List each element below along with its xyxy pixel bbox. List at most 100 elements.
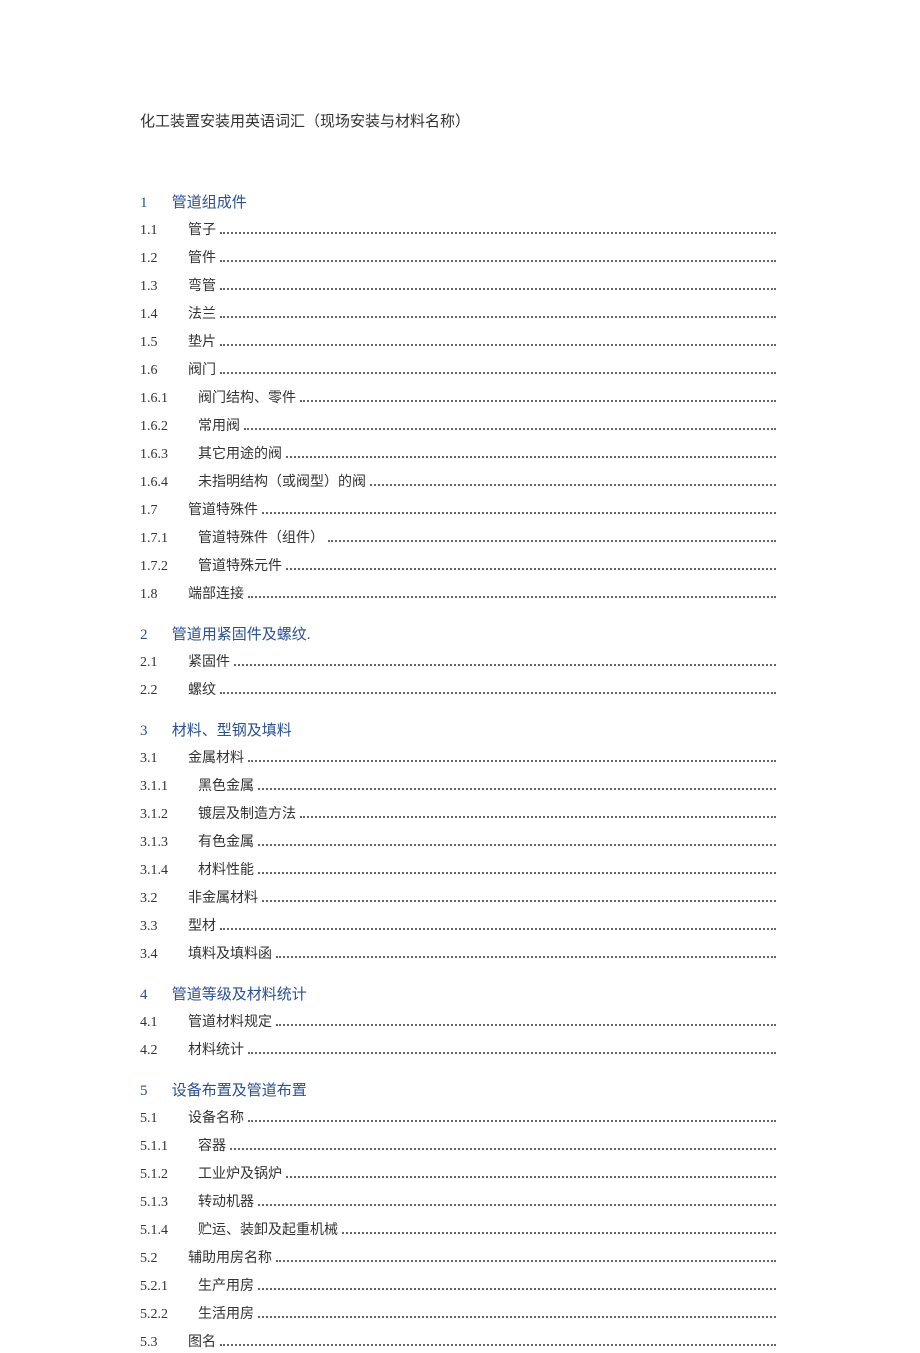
toc-entry-label: 管道特殊元件 [198, 556, 282, 577]
toc-leader-dots [276, 1260, 776, 1262]
toc-leader-dots [300, 400, 776, 402]
toc-entry-number: 3.2 [140, 888, 188, 909]
toc-entry: 3.3型材 [140, 916, 780, 937]
toc-entry-number: 5.1.2 [140, 1164, 198, 1185]
toc-entry-number: 3.1 [140, 748, 188, 769]
toc-entry-label: 阀门 [188, 360, 216, 381]
toc-entry-label: 管道材料规定 [188, 1012, 272, 1033]
section-number: 4 [140, 987, 168, 1004]
toc-entry: 5.1.1容器 [140, 1136, 780, 1157]
section-heading: 2 管道用紧固件及螺纹. [140, 623, 780, 644]
toc-entry: 1.7.2管道特殊元件 [140, 556, 780, 577]
toc-entry-label: 工业炉及锅炉 [198, 1164, 282, 1185]
toc-entry-number: 1.3 [140, 276, 188, 297]
toc-entry: 1.6.4未指明结构（或阀型）的阀 [140, 472, 780, 493]
toc-entry-label: 型材 [188, 916, 216, 937]
toc-leader-dots [230, 1148, 776, 1150]
toc-leader-dots [244, 428, 776, 430]
toc-entry: 5.1.4贮运、装卸及起重机械 [140, 1220, 780, 1241]
toc-entry-label: 弯管 [188, 276, 216, 297]
toc-entry: 5.2.2生活用房 [140, 1304, 780, 1325]
toc-entry: 3.2非金属材料 [140, 888, 780, 909]
toc-entry-label: 转动机器 [198, 1192, 254, 1213]
toc-entry-label: 材料统计 [188, 1040, 244, 1061]
toc-entry-number: 1.6.3 [140, 444, 198, 465]
toc-entry-number: 1.2 [140, 248, 188, 269]
section-heading: 1 管道组成件 [140, 191, 780, 212]
toc-entry-label: 阀门结构、零件 [198, 388, 296, 409]
section-heading: 4 管道等级及材料统计 [140, 983, 780, 1004]
toc-entry: 2.2螺纹 [140, 680, 780, 701]
toc-entry-number: 5.2.1 [140, 1276, 198, 1297]
section-heading: 3 材料、型钢及填料 [140, 719, 780, 740]
toc-entry: 3.4填料及填料函 [140, 944, 780, 965]
toc-entry: 1.6.1阀门结构、零件 [140, 388, 780, 409]
toc-leader-dots [328, 540, 776, 542]
toc-entry: 1.6.2常用阀 [140, 416, 780, 437]
toc-leader-dots [286, 568, 776, 570]
toc-leader-dots [248, 596, 776, 598]
toc-entry-label: 材料性能 [198, 860, 254, 881]
toc-leader-dots [220, 372, 776, 374]
section-heading: 5 设备布置及管道布置 [140, 1079, 780, 1100]
toc-entry-number: 1.6 [140, 360, 188, 381]
toc-entry: 4.2材料统计 [140, 1040, 780, 1061]
toc-entry-label: 生产用房 [198, 1276, 254, 1297]
toc-entry-label: 管道特殊件（组件） [198, 528, 324, 549]
toc-entry-label: 常用阀 [198, 416, 240, 437]
toc-leader-dots [342, 1232, 776, 1234]
toc-entry-number: 4.2 [140, 1040, 188, 1061]
toc-entry: 1.6.3其它用途的阀 [140, 444, 780, 465]
toc-leader-dots [220, 288, 776, 290]
section-title: 管道等级及材料统计 [168, 987, 307, 1003]
toc-entry: 1.5垫片 [140, 332, 780, 353]
toc-entry-number: 1.8 [140, 584, 188, 605]
toc-entry: 1.2管件 [140, 248, 780, 269]
toc-entry: 1.6阀门 [140, 360, 780, 381]
toc-entry-number: 5.1.1 [140, 1136, 198, 1157]
toc-entry-number: 1.5 [140, 332, 188, 353]
toc-entry-label: 容器 [198, 1136, 226, 1157]
toc-entry-number: 1.1 [140, 220, 188, 241]
toc-entry-number: 3.1.1 [140, 776, 198, 797]
toc-entry: 3.1金属材料 [140, 748, 780, 769]
toc-entry-number: 1.7.1 [140, 528, 198, 549]
toc-leader-dots [220, 1344, 776, 1346]
toc-entry-number: 1.7 [140, 500, 188, 521]
toc-leader-dots [220, 344, 776, 346]
toc-leader-dots [276, 956, 776, 958]
toc-entry-number: 1.7.2 [140, 556, 198, 577]
toc-leader-dots [262, 512, 776, 514]
toc-leader-dots [286, 456, 776, 458]
toc-entry-number: 5.1.4 [140, 1220, 198, 1241]
toc-entry-label: 螺纹 [188, 680, 216, 701]
toc-entry-number: 2.2 [140, 680, 188, 701]
toc-entry-label: 辅助用房名称 [188, 1248, 272, 1269]
toc-entry: 5.3图名 [140, 1332, 780, 1353]
toc-leader-dots [248, 760, 776, 762]
toc-entry-label: 镀层及制造方法 [198, 804, 296, 825]
section-number: 3 [140, 723, 168, 740]
toc-entry-number: 5.2.2 [140, 1304, 198, 1325]
toc-entry-label: 端部连接 [188, 584, 244, 605]
toc-leader-dots [220, 692, 776, 694]
toc-entry-number: 1.6.2 [140, 416, 198, 437]
toc-entry: 5.1设备名称 [140, 1108, 780, 1129]
toc-entry-label: 管子 [188, 220, 216, 241]
section-title: 设备布置及管道布置 [168, 1083, 307, 1099]
toc-leader-dots [258, 1204, 776, 1206]
toc-leader-dots [258, 844, 776, 846]
toc-entry-number: 1.6.4 [140, 472, 198, 493]
toc-entry-number: 3.1.3 [140, 832, 198, 853]
toc-entry-label: 管件 [188, 248, 216, 269]
toc-entry: 1.3弯管 [140, 276, 780, 297]
toc-entry-label: 未指明结构（或阀型）的阀 [198, 472, 366, 493]
document-title: 化工装置安装用英语词汇（现场安装与材料名称） [140, 110, 780, 131]
toc-entry: 3.1.2镀层及制造方法 [140, 804, 780, 825]
toc-leader-dots [258, 1316, 776, 1318]
toc-entry-label: 贮运、装卸及起重机械 [198, 1220, 338, 1241]
toc-entry-number: 5.1 [140, 1108, 188, 1129]
toc-leader-dots [220, 928, 776, 930]
toc-entry: 1.7管道特殊件 [140, 500, 780, 521]
section-title: 管道用紧固件及螺纹. [168, 627, 311, 643]
